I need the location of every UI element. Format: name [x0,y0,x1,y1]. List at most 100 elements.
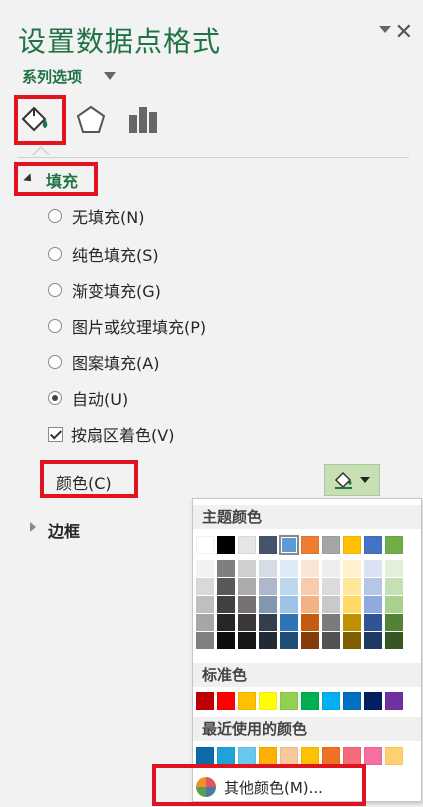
theme-color-swatch[interactable] [343,536,361,554]
theme-tint-swatch[interactable] [259,560,277,578]
theme-tint-swatch[interactable] [385,614,403,632]
theme-tint-swatch[interactable] [385,578,403,596]
theme-color-swatch[interactable] [217,536,235,554]
theme-color-swatch[interactable] [322,536,340,554]
recent-color-swatch[interactable] [364,747,382,765]
theme-tint-swatch[interactable] [217,596,235,614]
checkbox-vary-by-slice[interactable]: 按扇区着色(V) [48,422,174,446]
theme-tint-swatch[interactable] [196,560,214,578]
theme-tint-swatch[interactable] [259,614,277,632]
theme-color-swatch[interactable] [364,536,382,554]
radio-gradient-fill[interactable]: 渐变填充(G) [48,278,161,302]
theme-tint-swatch[interactable] [238,596,256,614]
radio-button[interactable] [48,209,62,223]
theme-tint-swatch[interactable] [364,578,382,596]
standard-color-swatch[interactable] [217,692,235,710]
recent-color-swatch[interactable] [322,747,340,765]
radio-button[interactable] [48,355,62,369]
recent-color-swatch[interactable] [343,747,361,765]
pane-options-dropdown-icon[interactable] [379,26,391,33]
theme-tint-swatch[interactable] [343,632,361,650]
theme-tint-swatch[interactable] [364,632,382,650]
standard-color-swatch[interactable] [364,692,382,710]
theme-tint-swatch[interactable] [238,578,256,596]
theme-tint-swatch[interactable] [301,578,319,596]
theme-color-swatch[interactable] [259,536,277,554]
theme-tint-swatch[interactable] [280,578,298,596]
recent-color-swatch[interactable] [280,747,298,765]
standard-color-swatch[interactable] [301,692,319,710]
theme-tint-swatch[interactable] [259,578,277,596]
theme-tint-swatch[interactable] [280,614,298,632]
recent-color-swatch[interactable] [238,747,256,765]
theme-color-swatch[interactable] [301,536,319,554]
theme-tint-swatch[interactable] [322,578,340,596]
recent-color-swatch[interactable] [259,747,277,765]
recent-color-swatch[interactable] [385,747,403,765]
recent-color-swatch[interactable] [217,747,235,765]
theme-tint-swatch[interactable] [301,596,319,614]
theme-color-swatch[interactable] [196,536,214,554]
radio-automatic[interactable]: 自动(U) [48,386,128,410]
radio-button[interactable] [48,283,62,297]
theme-tint-swatch[interactable] [343,596,361,614]
theme-tint-swatch[interactable] [385,560,403,578]
theme-tint-swatch[interactable] [280,560,298,578]
radio-no-fill[interactable]: 无填充(N) [48,204,144,228]
border-section-heading[interactable]: 边框 [48,518,80,542]
theme-tint-swatch[interactable] [322,632,340,650]
theme-tint-swatch[interactable] [301,560,319,578]
theme-tint-swatch[interactable] [364,596,382,614]
theme-tint-swatch[interactable] [343,560,361,578]
theme-color-swatch[interactable] [279,535,299,555]
radio-button[interactable] [48,319,62,333]
theme-tint-swatch[interactable] [196,632,214,650]
theme-color-swatch[interactable] [238,536,256,554]
theme-tint-swatch[interactable] [238,614,256,632]
color-picker-button[interactable] [324,464,380,496]
radio-button[interactable] [48,247,62,261]
theme-tint-swatch[interactable] [196,578,214,596]
expand-triangle-icon[interactable] [30,522,36,532]
radio-pattern-fill[interactable]: 图案填充(A) [48,350,159,374]
theme-tint-swatch[interactable] [364,560,382,578]
theme-tint-swatch[interactable] [259,632,277,650]
close-icon[interactable]: ✕ [395,22,413,44]
checkbox-checked[interactable] [48,426,63,442]
theme-tint-swatch[interactable] [343,614,361,632]
theme-tint-swatch[interactable] [322,596,340,614]
theme-tint-swatch[interactable] [196,596,214,614]
theme-tint-swatch[interactable] [217,578,235,596]
radio-solid-fill[interactable]: 纯色填充(S) [48,242,159,266]
theme-tint-swatch[interactable] [301,632,319,650]
standard-color-swatch[interactable] [343,692,361,710]
theme-tint-swatch[interactable] [322,614,340,632]
standard-color-swatch[interactable] [259,692,277,710]
recent-color-swatch[interactable] [196,747,214,765]
recent-color-swatch[interactable] [301,747,319,765]
standard-color-swatch[interactable] [385,692,403,710]
radio-picture-fill[interactable]: 图片或纹理填充(P) [48,314,206,338]
theme-tint-swatch[interactable] [322,560,340,578]
chevron-down-icon[interactable] [104,72,116,80]
theme-tint-swatch[interactable] [301,614,319,632]
series-options-dropdown[interactable]: 系列选项 [22,66,82,87]
theme-tint-swatch[interactable] [385,596,403,614]
theme-tint-swatch[interactable] [196,614,214,632]
theme-tint-swatch[interactable] [343,578,361,596]
theme-tint-swatch[interactable] [238,560,256,578]
tab-effects[interactable] [74,103,108,141]
radio-button-selected[interactable] [48,391,62,405]
theme-tint-swatch[interactable] [280,596,298,614]
theme-tint-swatch[interactable] [385,632,403,650]
theme-tint-swatch[interactable] [364,614,382,632]
theme-tint-swatch[interactable] [238,632,256,650]
theme-tint-swatch[interactable] [259,596,277,614]
theme-tint-swatch[interactable] [217,560,235,578]
standard-color-swatch[interactable] [322,692,340,710]
tab-series-options[interactable] [127,103,161,141]
standard-color-swatch[interactable] [280,692,298,710]
theme-tint-swatch[interactable] [280,632,298,650]
theme-color-swatch[interactable] [385,536,403,554]
theme-tint-swatch[interactable] [217,632,235,650]
